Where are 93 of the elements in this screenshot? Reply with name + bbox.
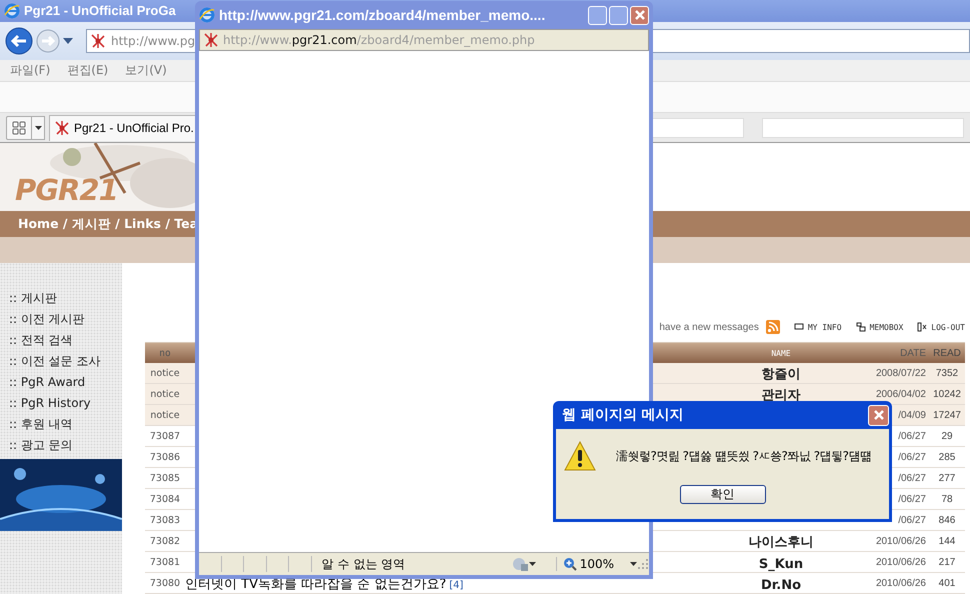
maximize-button[interactable] <box>609 6 628 24</box>
date-text: /06/27 <box>898 514 926 526</box>
close-button[interactable] <box>630 6 649 24</box>
date-text: 2010/06/26 <box>876 536 926 546</box>
author-name[interactable]: S_Kun <box>758 556 804 572</box>
rss-icon <box>766 320 780 334</box>
user-link[interactable]: LOG-OUT <box>917 322 965 332</box>
new-messages-text[interactable]: have a new messages <box>659 322 759 332</box>
close-icon <box>872 409 884 421</box>
table-cell-text: 73085 <box>148 472 182 484</box>
globe-lock-icon <box>510 556 529 572</box>
table-cell-text: 73080 <box>148 578 182 588</box>
sidebar-link[interactable]: :: 후원 내역 <box>9 414 122 435</box>
table-cell-text: 73083 <box>148 514 182 526</box>
minimize-button[interactable] <box>588 6 607 24</box>
zoom-icon <box>562 557 577 571</box>
sidebar-link[interactable]: :: 이전 설문 조사 <box>9 351 122 372</box>
ok-button[interactable]: 확인 <box>680 485 766 504</box>
tab-list-button[interactable] <box>32 116 45 140</box>
menu-item[interactable]: 파일(F) <box>10 62 50 79</box>
table-cell-text: 846 <box>938 514 956 526</box>
table-cell-text: 277 <box>938 472 956 484</box>
address-text: http://www.pgr21.com/zboard4/member_memo.php <box>223 33 535 47</box>
author-name[interactable]: Dr.No <box>760 578 802 592</box>
table-cell-text: 7352 <box>934 368 960 378</box>
dialog-title: 웹 페이지의 메시지 <box>562 406 685 424</box>
sidebar-link[interactable]: :: 광고 문의 <box>9 435 122 456</box>
back-icon <box>5 26 33 55</box>
caret-icon <box>63 38 73 44</box>
date-text: /06/27 <box>898 494 926 504</box>
table-cell-text: 73081 <box>148 556 182 568</box>
date-text: 2008/07/22 <box>876 368 926 378</box>
grid-icon <box>12 120 26 135</box>
site-icon <box>203 32 219 48</box>
window-title: Pgr21 - UnOfficial ProGa <box>24 3 176 18</box>
browser-icon <box>199 7 215 23</box>
link-icon <box>917 322 928 332</box>
warning-icon <box>564 441 596 471</box>
table-cell-text: 73087 <box>148 430 182 442</box>
table-cell-text: 217 <box>938 556 956 568</box>
search-field[interactable] <box>762 118 964 138</box>
date-text: 2010/06/26 <box>876 556 926 568</box>
author-name[interactable]: 나이스후니 <box>748 535 814 550</box>
table-cell-text: 78 <box>940 494 954 504</box>
link-icon <box>794 322 804 332</box>
table-cell-text: 285 <box>938 452 956 462</box>
user-link[interactable]: MEMOBOX <box>856 322 904 332</box>
table-cell-text: 73084 <box>148 494 182 504</box>
resize-grip-icon <box>637 558 650 570</box>
table-cell-text: 17247 <box>932 410 962 420</box>
table-cell-text: notice <box>149 368 181 378</box>
zoom-control[interactable]: 100% <box>556 557 614 571</box>
author-name[interactable]: 항즐이 <box>762 367 800 382</box>
address-text: http://www.pg <box>111 34 196 48</box>
sidebar-link[interactable]: :: PgR Award <box>9 372 122 393</box>
sidebar-link[interactable]: :: 전적 검색 <box>9 330 122 351</box>
table-cell-text: 73082 <box>148 536 182 546</box>
sidebar-link[interactable]: :: 게시판 <box>9 288 122 309</box>
table-cell-text: 29 <box>940 430 954 442</box>
caret-icon <box>528 562 536 566</box>
menu-item[interactable]: 보기(V) <box>125 62 167 79</box>
dialog-message: 濡쒓렇?몃릺 ?덉쓣 떒뜻씠 ?ㅼ쑝?쫘닚 ?덉뒿?덈떎 <box>616 448 872 464</box>
quick-tabs-button[interactable] <box>6 116 32 140</box>
toolbar-field[interactable] <box>652 118 744 138</box>
table-cell-text: notice <box>149 388 181 400</box>
date-text: /06/27 <box>898 452 926 462</box>
table-cell-text: 10242 <box>932 388 962 400</box>
table-cell-text: 73086 <box>148 452 182 462</box>
sidebar-link[interactable]: :: 이전 게시판 <box>9 309 122 330</box>
author-name[interactable]: 관리자 <box>762 388 800 403</box>
date-text: 2010/06/26 <box>876 578 926 588</box>
date-text: /04/09 <box>898 410 926 420</box>
caret-icon <box>630 562 638 566</box>
site-icon <box>54 120 70 136</box>
link-icon <box>856 322 866 332</box>
browser-icon <box>4 2 20 19</box>
date-text: /06/27 <box>898 430 926 442</box>
table-cell-text: notice <box>149 410 181 420</box>
date-text: 2006/04/02 <box>876 388 926 400</box>
menu-item[interactable]: 편집(E) <box>67 62 108 79</box>
close-icon <box>634 9 646 21</box>
forward-icon <box>36 28 60 53</box>
table-cell-text: 401 <box>938 578 956 588</box>
close-button[interactable] <box>868 404 889 426</box>
caret-icon <box>34 126 42 130</box>
sidebar-link[interactable]: :: PgR History <box>9 393 122 414</box>
date-text: /06/27 <box>898 472 926 484</box>
comment-count: [4] <box>449 580 464 591</box>
user-link[interactable]: MY INFO <box>794 322 842 332</box>
window-title: http://www.pgr21.com/zboard4/member_memo.... <box>219 7 546 23</box>
site-icon <box>90 32 106 49</box>
zone-text: 알 수 없는 영역 <box>322 556 406 572</box>
table-cell-text: 144 <box>938 536 956 546</box>
